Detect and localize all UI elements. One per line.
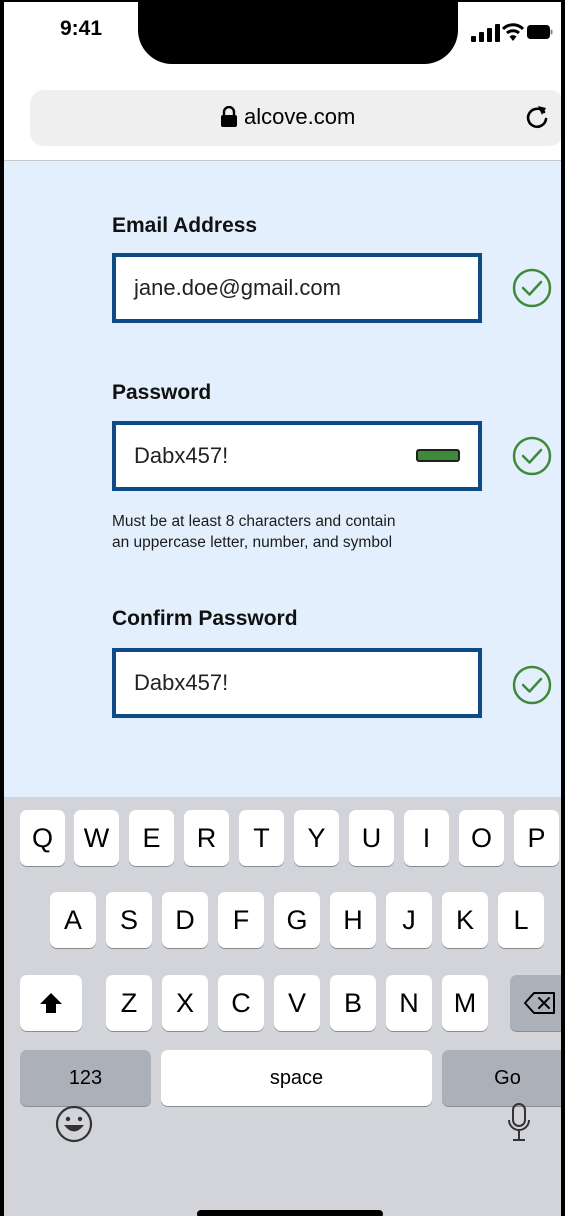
password-strength-indicator [416,449,460,462]
key-z[interactable]: Z [106,975,152,1031]
confirm-password-label: Confirm Password [112,607,298,630]
backspace-icon [524,992,555,1014]
confirm-password-field[interactable]: Dabx457! [112,648,482,718]
shift-key[interactable] [20,975,82,1031]
url-text: alcove.com [244,104,356,129]
home-indicator [197,1210,383,1216]
key-c[interactable]: C [218,975,264,1031]
key-b[interactable]: B [330,975,376,1031]
password-hint-line: Must be at least 8 characters and contai… [112,513,396,530]
key-j[interactable]: J [386,892,432,948]
email-field[interactable]: jane.doe@gmail.com [112,253,482,323]
key-g[interactable]: G [274,892,320,948]
microphone-icon[interactable] [507,1102,531,1144]
numbers-key[interactable]: 123 [20,1050,151,1106]
key-d[interactable]: D [162,892,208,948]
password-label: Password [112,381,212,404]
space-key[interactable]: space [161,1050,432,1106]
key-l[interactable]: L [498,892,544,948]
shift-icon [40,993,62,1013]
address-bar[interactable]: alcove.com [30,90,561,146]
key-r[interactable]: R [184,810,229,866]
key-k[interactable]: K [442,892,488,948]
lock-icon [221,106,237,127]
key-n[interactable]: N [386,975,432,1031]
email-check-circle-icon [512,268,552,308]
key-o[interactable]: O [459,810,504,866]
notch [138,2,458,64]
key-a[interactable]: A [50,892,96,948]
confirm-password-value: Dabx457! [134,670,229,695]
wifi-icon [502,23,524,41]
backspace-key[interactable] [510,975,561,1031]
cellular-signal-icon [471,24,500,42]
password-field[interactable]: Dabx457! [112,421,482,491]
key-f[interactable]: F [218,892,264,948]
key-m[interactable]: M [442,975,488,1031]
key-w[interactable]: W [74,810,119,866]
key-p[interactable]: P [514,810,559,866]
key-e[interactable]: E [129,810,174,866]
confirm-check-circle-icon [512,665,552,705]
key-s[interactable]: S [106,892,152,948]
phone-screen: 9:41 alcove.com Email Address jane.doe@g… [0,0,565,1216]
emoji-icon[interactable] [54,1104,94,1144]
key-q[interactable]: Q [20,810,65,866]
keyboard: Q W E R T Y U I O P A S D F G H J K L Z … [4,797,561,1216]
key-y[interactable]: Y [294,810,339,866]
password-value: Dabx457! [134,443,229,468]
password-check-circle-icon [512,436,552,476]
clock: 9:41 [60,17,103,40]
key-t[interactable]: T [239,810,284,866]
battery-icon [527,25,553,39]
key-x[interactable]: X [162,975,208,1031]
signup-form: Email Address jane.doe@gmail.com Passwor… [4,161,561,797]
go-key[interactable]: Go [442,1050,561,1106]
reload-icon[interactable] [522,102,552,132]
key-h[interactable]: H [330,892,376,948]
password-hint-line: an uppercase letter, number, and symbol [112,534,393,551]
key-v[interactable]: V [274,975,320,1031]
status-bar: 9:41 [4,2,561,74]
email-label: Email Address [112,214,258,237]
password-hint: Must be at least 8 characters and contai… [112,511,492,553]
email-value: jane.doe@gmail.com [134,275,341,300]
key-i[interactable]: I [404,810,449,866]
key-u[interactable]: U [349,810,394,866]
